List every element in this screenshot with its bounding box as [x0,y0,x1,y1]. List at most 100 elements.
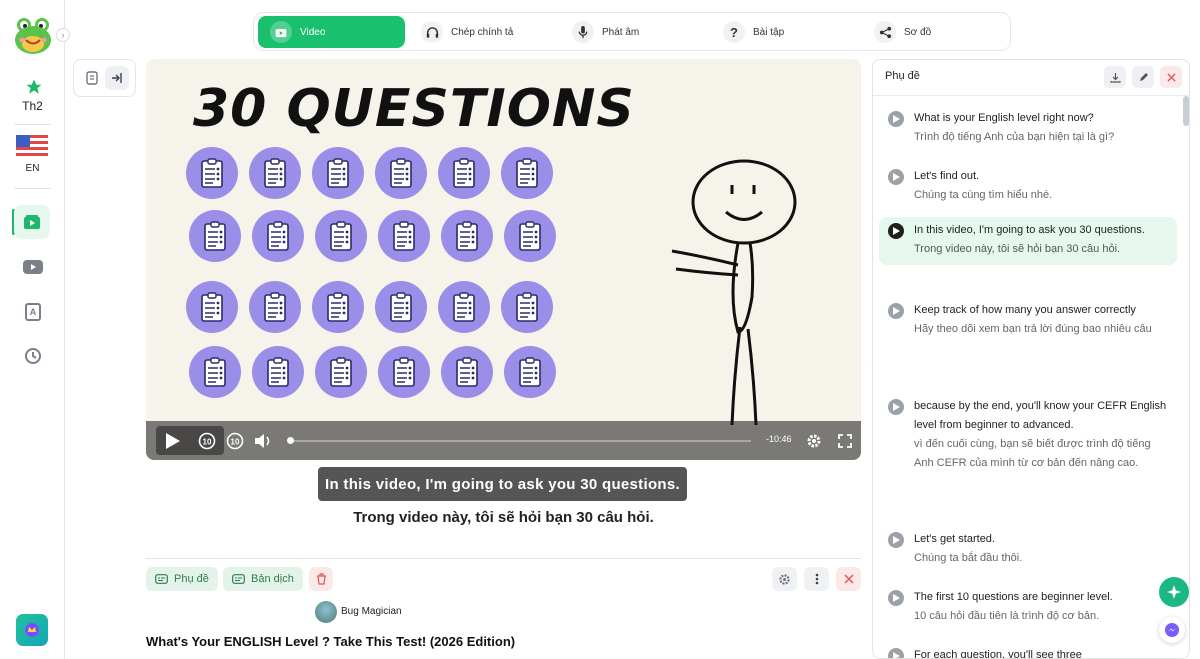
play-cue-icon[interactable] [888,648,904,658]
microphone-icon [572,21,594,43]
chevron-right-icon: › [61,30,65,40]
subtitle-toggle-button[interactable]: Phụ đề [146,567,218,591]
tag-level-a2[interactable]: A2 [171,602,192,623]
forward-10-button[interactable]: 10 [224,429,246,453]
clipboard-icon [186,281,238,333]
premium-crown-button[interactable] [16,614,48,646]
clipboard-icon [312,147,364,199]
mode-tabs: Video Chép chính tả Phát âm ? Bài tập Sơ… [253,12,1011,51]
volume-icon [255,434,270,448]
tab-video[interactable]: Video [258,16,405,48]
subtitle-toggle-label: Phụ đề [174,573,209,585]
video-player[interactable]: 30 QUESTIONS 10 10 -10:46 [146,59,861,460]
video-book-icon [19,209,45,235]
clipboard-icon [504,346,556,398]
subtitle-cue[interactable]: The first 10 questions are beginner leve… [879,584,1177,632]
translation-toggle-label: Bản dịch [251,573,294,585]
close-panel-button[interactable] [1160,66,1182,88]
collapse-sidebar-button[interactable]: › [56,28,70,42]
play-cue-icon[interactable] [888,399,904,415]
tab-mindmap[interactable]: Sơ đồ [862,16,1009,48]
tag-level-a1[interactable]: A1 [146,602,167,623]
edit-button[interactable] [1132,66,1154,88]
play-cue-icon[interactable] [888,111,904,127]
close-button[interactable] [836,567,861,591]
translation-toggle-button[interactable]: Bản dịch [223,567,303,591]
cue-english: The first 10 questions are beginner leve… [914,591,1113,603]
clipboard-icon [252,346,304,398]
divider [873,95,1189,96]
more-options-button[interactable] [804,567,829,591]
clipboard-icon [375,147,427,199]
tag-label: Podcast [202,607,235,618]
video-frame-heading: 30 QUESTIONS [193,79,635,139]
clipboard-icon [249,281,301,333]
subtitle-cue[interactable]: What is your English level right now? Trì… [879,105,1177,153]
rewind-10-button[interactable]: 10 [196,429,218,453]
cue-english: In this video, I'm going to ask you 30 q… [914,224,1145,236]
english-subtitle: In this video, I'm going to ask you 30 q… [318,467,687,501]
stick-figure-illustration [671,159,797,426]
progress-track[interactable] [289,440,751,442]
subtitle-cue-active[interactable]: In this video, I'm going to ask you 30 q… [879,217,1177,265]
ai-assistant-button[interactable] [1159,577,1189,607]
clipboard-icon [504,210,556,262]
clipboard-icon [252,210,304,262]
play-cue-icon[interactable] [888,532,904,548]
author-name[interactable]: Bug Magician [341,606,402,617]
clipboard-icon [501,147,553,199]
cue-english: because by the end, you'll know your CEF… [914,400,1167,431]
scrollbar-thumb[interactable] [1183,96,1189,126]
tab-dictation[interactable]: Chép chính tả [409,16,556,48]
headphones-icon [421,21,443,43]
subtitle-cue[interactable]: because by the end, you'll know your CEF… [879,393,1177,479]
cue-english: For each question, you'll see three [914,649,1082,659]
dictionary-icon[interactable]: A [20,299,46,325]
messenger-button[interactable] [1159,617,1185,643]
play-cue-icon[interactable] [888,590,904,606]
trash-icon [316,573,326,585]
history-icon[interactable] [20,343,46,369]
clipboard-icon [438,281,490,333]
us-flag-icon[interactable] [16,134,48,160]
close-icon [843,574,854,584]
tab-label: Video [300,26,326,38]
clipboard-icon [438,147,490,199]
play-cue-icon[interactable] [888,223,904,239]
login-arrow-button[interactable] [105,66,129,90]
language-label: EN [25,163,40,174]
cue-vietnamese: 10 câu hỏi đầu tiên là trình độ cơ bản. [914,610,1100,622]
divider [14,124,51,125]
frog-logo-icon[interactable] [13,16,53,56]
settings-button[interactable] [803,429,825,453]
download-button[interactable] [1104,66,1126,88]
author-avatar[interactable] [315,601,337,623]
delete-button[interactable] [309,567,333,591]
cue-english: Let's get started. [914,533,995,545]
user-level-label: Th2 [22,99,43,113]
star-icon[interactable] [21,74,47,100]
subtitle-cue[interactable]: Keep track of how many you answer correc… [879,297,1177,345]
forward-10-icon: 10 [226,432,244,450]
clipboard-icon [441,210,493,262]
tab-exercises[interactable]: ? Bài tập [711,16,858,48]
clipboard-icon [189,210,241,262]
tab-pronunciation[interactable]: Phát âm [560,16,707,48]
progress-handle[interactable] [287,437,294,444]
subtitle-cue[interactable]: Let's get started. Chúng ta bắt đầu thôi. [879,526,1177,574]
settings-button[interactable] [772,567,797,591]
subtitle-cue[interactable]: For each question, you'll see three [879,642,1177,659]
notes-icon[interactable] [82,68,102,88]
play-cue-icon[interactable] [888,169,904,185]
pencil-icon [1139,72,1148,81]
volume-button[interactable] [252,429,274,453]
fullscreen-button[interactable] [834,429,856,453]
subtitle-cue[interactable]: Let's find out. Chúng ta cùng tìm hiểu nh… [879,163,1177,211]
play-cue-icon[interactable] [888,303,904,319]
tag-beginner[interactable]: Mới bắt đầu [245,602,305,623]
tag-podcast[interactable]: Podcast [196,602,241,623]
subtitle-icon [232,574,245,584]
tag-label: A1 [151,607,163,618]
clipboard-icon [375,281,427,333]
youtube-icon[interactable] [20,254,46,280]
